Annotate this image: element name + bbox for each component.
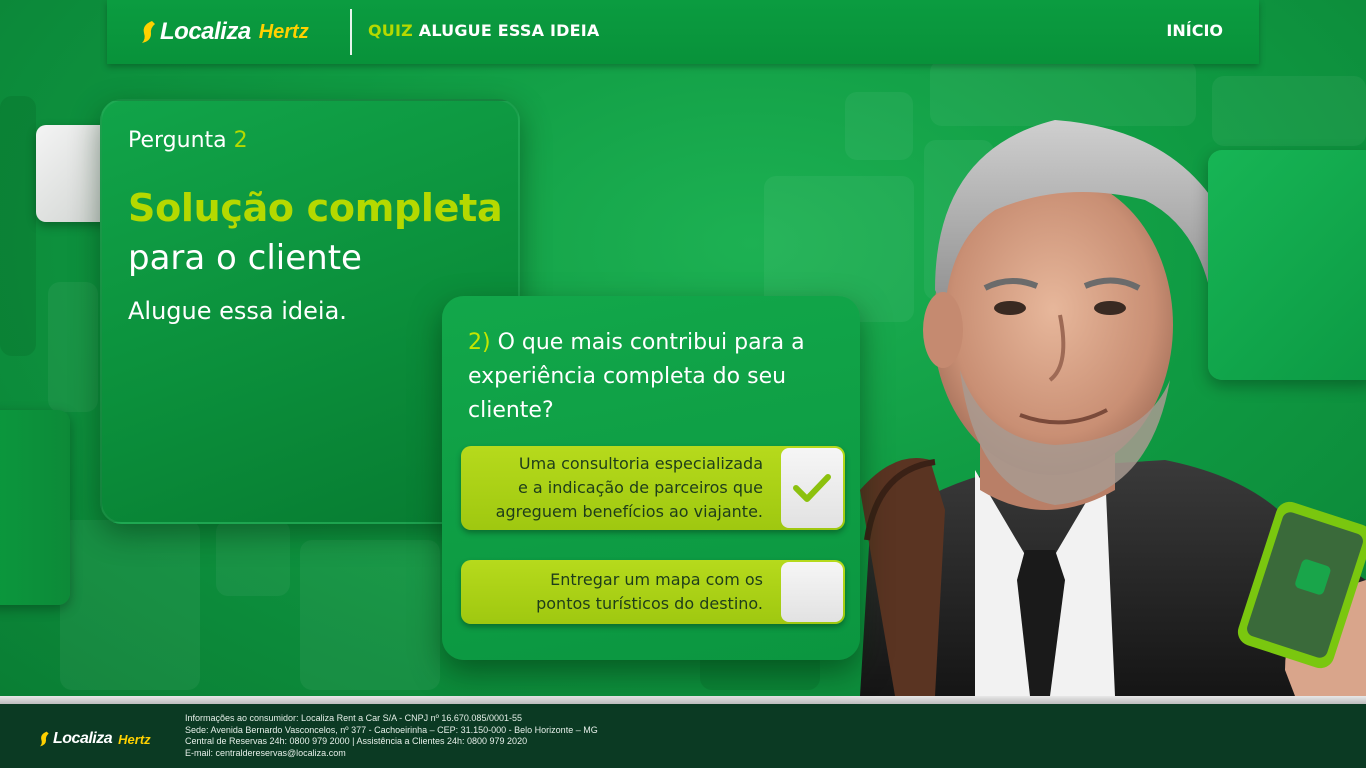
answer-option-b-line: pontos turísticos do destino.: [536, 594, 763, 613]
question-label-number: 2: [233, 128, 248, 153]
question-number: 2): [468, 330, 491, 355]
answer-option-a-checkbox[interactable]: [781, 448, 843, 528]
footer-line: Central de Reservas 24h: 0800 979 2000 |…: [185, 736, 528, 746]
decorative-green-panel: [1208, 150, 1366, 380]
answer-option-b-label: Entregar um mapa com os pontos turístico…: [461, 560, 779, 624]
answer-option-a[interactable]: Uma consultoria especializada e a indica…: [461, 446, 845, 530]
answer-option-b-line: Entregar um mapa com os: [550, 570, 763, 589]
top-header: Localiza Hertz QUIZ ALUGUE ESSA IDEIA IN…: [107, 0, 1259, 64]
header-divider: [350, 9, 352, 55]
nav-prefix: QUIZ: [368, 21, 413, 40]
answer-option-a-label: Uma consultoria especializada e a indica…: [461, 446, 779, 530]
headline: Solução completa: [128, 186, 503, 230]
answer-option-b[interactable]: Entregar um mapa com os pontos turístico…: [461, 560, 845, 624]
localiza-logo-icon: [142, 21, 155, 43]
tagline: Alugue essa ideia.: [128, 297, 347, 325]
question-card: 2) O que mais contribui para a experiênc…: [442, 296, 860, 660]
brand-name: Localiza: [160, 18, 251, 45]
answer-option-a-line: agreguem benefícios ao viajante.: [495, 502, 763, 521]
home-link[interactable]: INÍCIO: [1166, 21, 1223, 40]
answer-option-a-line: Uma consultoria especializada: [518, 454, 763, 473]
footer-line: Sede: Avenida Bernardo Vasconcelos, nº 3…: [185, 724, 598, 735]
footer-separator: [0, 696, 1366, 704]
footer-logo[interactable]: Localiza Hertz: [38, 730, 151, 748]
brand-logo[interactable]: Localiza Hertz: [139, 18, 309, 46]
nav-title-text: ALUGUE ESSA IDEIA: [418, 21, 600, 40]
footer-legal-info: Informações ao consumidor: Localiza Rent…: [185, 713, 598, 759]
question-body: O que mais contribui para a experiência …: [468, 330, 805, 423]
answer-option-a-line: e a indicação de parceiros que: [517, 478, 763, 497]
footer: Localiza Hertz Informações ao consumidor…: [0, 704, 1366, 768]
check-icon: [793, 474, 831, 502]
brand-partner: Hertz: [258, 20, 309, 43]
question-label: Pergunta 2: [128, 128, 248, 153]
question-text: 2) O que mais contribui para a experiênc…: [468, 326, 848, 428]
nav-title: QUIZ ALUGUE ESSA IDEIA: [368, 21, 599, 40]
headline-sub: para o cliente: [128, 238, 362, 278]
decorative-green-tile: [0, 410, 70, 605]
footer-brand-name: Localiza: [53, 730, 113, 747]
footer-email[interactable]: E-mail: centraldereservas@localiza.com: [185, 748, 598, 760]
question-label-text: Pergunta: [128, 128, 227, 153]
footer-brand-partner: Hertz: [118, 731, 151, 747]
localiza-logo-icon: [40, 731, 49, 747]
answer-option-b-checkbox[interactable]: [781, 562, 843, 622]
footer-line: Informações ao consumidor: Localiza Rent…: [185, 713, 522, 723]
